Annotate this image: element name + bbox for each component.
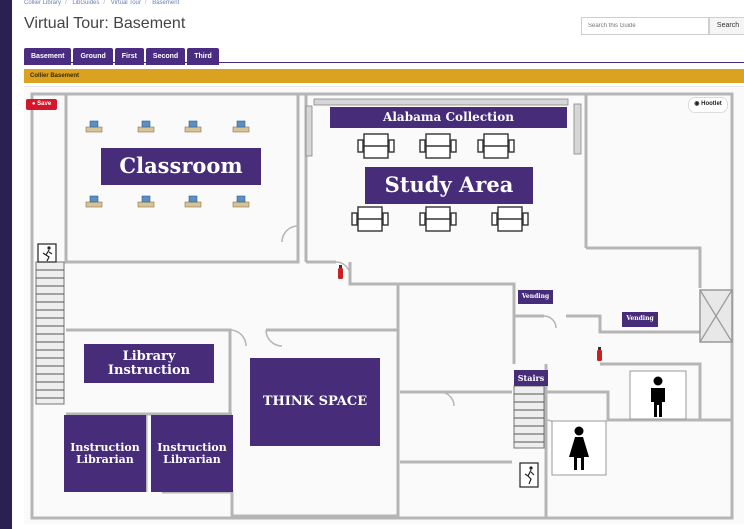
table-icon xyxy=(477,133,515,159)
wall-segment xyxy=(348,262,516,364)
elevator-icon xyxy=(699,289,733,343)
wall-segment xyxy=(586,246,702,288)
table-icon xyxy=(419,133,457,159)
room-label-instruction-librarian[interactable]: Instruction Librarian xyxy=(64,415,146,492)
computer-icon xyxy=(85,120,103,133)
hootlet-button[interactable]: ◉ Hootlet xyxy=(688,97,728,113)
room-label-instruction-librarian[interactable]: Instruction Librarian xyxy=(151,415,233,492)
room-label-think-space[interactable]: THINK SPACE xyxy=(250,358,380,446)
table-icon xyxy=(491,206,529,232)
door-swing xyxy=(265,329,283,347)
room-label-stairs[interactable]: Stairs xyxy=(514,370,548,386)
stairs-left xyxy=(35,261,65,405)
stairs-outline xyxy=(513,385,545,449)
door-swing xyxy=(281,225,299,243)
computer-icon xyxy=(232,195,250,208)
save-label: Save xyxy=(37,101,52,107)
stairs-right xyxy=(513,385,545,449)
wall-segment xyxy=(162,490,398,518)
computer-icon xyxy=(184,195,202,208)
room-label-library-instruction[interactable]: Library Instruction xyxy=(84,344,214,383)
door-swing xyxy=(229,329,247,347)
fire-extinguisher-icon xyxy=(597,347,602,361)
computer-icon xyxy=(137,120,155,133)
computer-icon xyxy=(85,195,103,208)
computer-icon xyxy=(184,120,202,133)
bookshelf xyxy=(573,103,582,155)
hootlet-label: Hootlet xyxy=(701,101,722,107)
pinterest-save-button[interactable]: ● Save xyxy=(26,99,57,110)
fire-extinguisher-icon xyxy=(338,265,343,279)
room-label-vending[interactable]: Vending xyxy=(622,312,658,327)
room-label-vending[interactable]: Vending xyxy=(518,290,553,304)
door-swing xyxy=(439,391,455,407)
owl-icon: ◉ xyxy=(694,101,700,107)
men-restroom-icon xyxy=(629,370,687,420)
room-label-classroom[interactable]: Classroom xyxy=(101,148,261,185)
women-restroom-icon xyxy=(551,420,607,476)
room-label-study-area[interactable]: Study Area xyxy=(365,167,533,204)
table-icon xyxy=(351,206,389,232)
table-icon xyxy=(357,133,395,159)
table-icon xyxy=(419,206,457,232)
door-swing xyxy=(543,315,557,329)
emergency-exit-icon xyxy=(519,462,539,488)
room-label-alabama-collection[interactable]: Alabama Collection xyxy=(330,107,567,128)
computer-icon xyxy=(137,195,155,208)
emergency-exit-icon xyxy=(37,243,57,263)
stairs-outline xyxy=(35,261,65,405)
pin-icon: ● xyxy=(31,101,36,107)
computer-icon xyxy=(232,120,250,133)
bookshelf xyxy=(305,105,313,157)
bookshelf xyxy=(313,98,569,106)
